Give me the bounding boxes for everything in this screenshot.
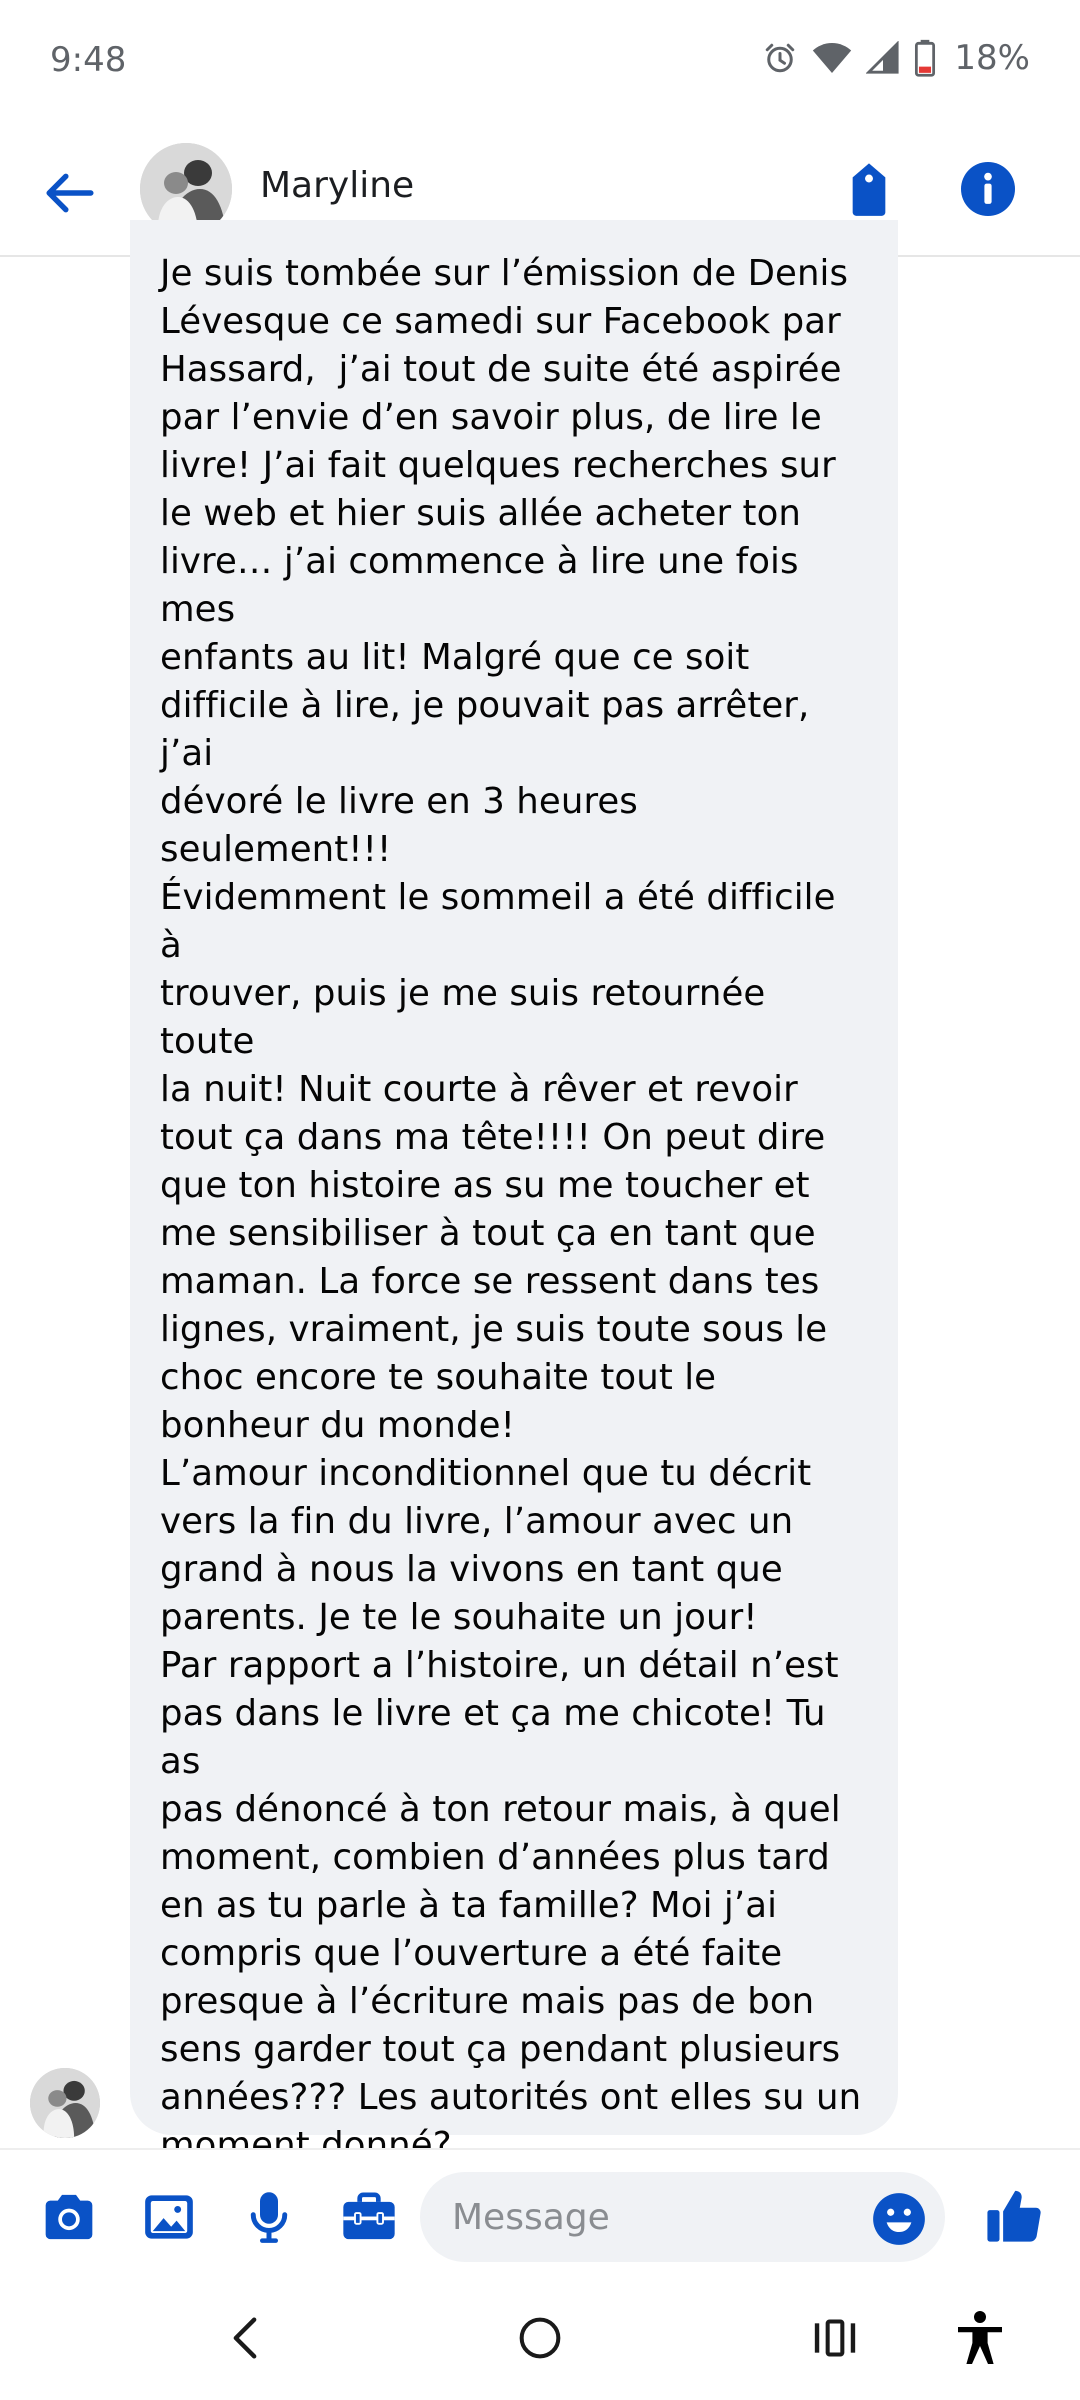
message-bubble[interactable]: Je suis tombée sur l’émission de Denis L… [130, 220, 898, 2400]
status-icons: 18% [762, 38, 1030, 78]
tag-icon [852, 163, 886, 216]
voice-button[interactable] [240, 2188, 298, 2246]
battery-icon [915, 39, 936, 77]
avatar-photo-icon [30, 2068, 100, 2138]
status-time: 9:48 [50, 40, 127, 80]
message-text: Je suis tombée sur l’émission de Denis L… [160, 250, 868, 2400]
briefcase-icon [343, 2192, 395, 2240]
back-nav-icon [233, 2317, 257, 2359]
alarm-icon [766, 43, 795, 73]
back-arrow-icon [46, 173, 94, 213]
recents-nav-icon [814, 2319, 856, 2357]
info-button[interactable] [961, 162, 1019, 220]
image-icon [145, 2195, 193, 2239]
camera-icon [45, 2194, 93, 2240]
emoji-button[interactable] [872, 2192, 926, 2246]
message-body: Je suis tombée sur l’émission de Denis L… [160, 253, 862, 2400]
accessibility-button[interactable] [945, 2308, 1015, 2368]
info-icon [961, 162, 1015, 216]
camera-button[interactable] [40, 2188, 98, 2246]
nav-recents-button[interactable] [800, 2308, 870, 2368]
wifi-icon [813, 43, 852, 73]
nav-home-button[interactable] [505, 2308, 575, 2368]
message-input[interactable] [420, 2172, 945, 2262]
apps-button[interactable] [340, 2188, 398, 2246]
thumbs-up-icon [987, 2190, 1041, 2242]
status-bar: 9:48 18% [0, 0, 1080, 125]
signal-icon [866, 41, 900, 74]
message-composer [0, 2148, 1080, 2278]
accessibility-icon [958, 2311, 1002, 2364]
back-button[interactable] [40, 163, 100, 223]
sender-avatar[interactable] [30, 2068, 100, 2138]
home-nav-icon [519, 2317, 561, 2359]
like-button[interactable] [985, 2186, 1045, 2246]
battery-percent: 18% [954, 38, 1030, 78]
microphone-icon [250, 2192, 288, 2243]
nav-back-button[interactable] [210, 2308, 280, 2368]
contact-name[interactable]: Maryline [260, 165, 414, 206]
system-nav-bar [0, 2278, 1080, 2400]
gallery-button[interactable] [140, 2188, 198, 2246]
emoji-icon [873, 2193, 925, 2245]
tag-button[interactable] [845, 161, 903, 225]
